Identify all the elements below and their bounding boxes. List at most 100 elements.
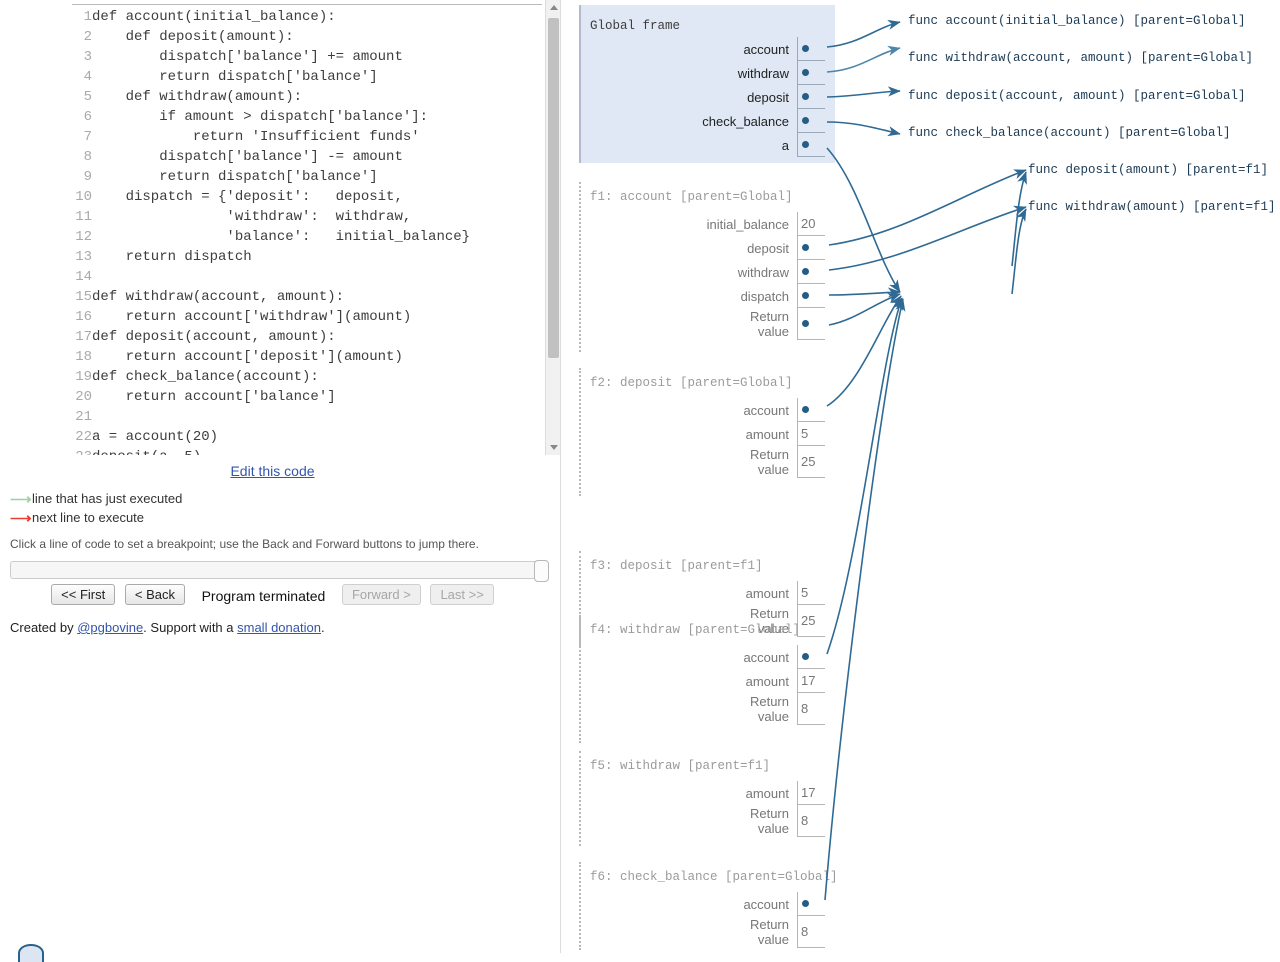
scroll-down-icon[interactable] xyxy=(546,440,561,455)
variable-row: amount 17 xyxy=(743,669,825,693)
code-line[interactable]: 14 xyxy=(0,267,470,287)
stack-frame: f6: check_balance [parent=Global] account… xyxy=(579,862,838,950)
pointer-dot-icon xyxy=(802,93,809,100)
code-line[interactable]: 19 def check_balance(account): xyxy=(0,367,470,387)
code-text[interactable]: return dispatch xyxy=(92,247,470,267)
function-object: func check_balance(account) [parent=Glob… xyxy=(908,126,1231,140)
code-text[interactable]: 'withdraw': withdraw, xyxy=(92,207,470,227)
code-line[interactable]: 1 def account(initial_balance): xyxy=(0,7,470,27)
code-line[interactable]: 5 def withdraw(amount): xyxy=(0,87,470,107)
function-object: func deposit(amount) [parent=f1] xyxy=(1028,163,1269,177)
line-number: 17 xyxy=(75,329,92,345)
code-listing[interactable]: 1 def account(initial_balance): 2 def depo… xyxy=(0,7,470,455)
variable-value xyxy=(797,398,825,422)
code-line[interactable]: 8 dispatch['balance'] -= amount xyxy=(0,147,470,167)
variable-row: a xyxy=(702,133,825,157)
code-text[interactable]: if amount > dispatch['balance']: xyxy=(92,107,470,127)
code-text[interactable]: dispatch = {'deposit': deposit, xyxy=(92,187,470,207)
variable-name: deposit xyxy=(747,240,789,256)
variable-name: Return value xyxy=(749,806,789,836)
back-button[interactable]: < Back xyxy=(124,584,185,605)
code-text[interactable]: def deposit(account, amount): xyxy=(92,327,470,347)
code-text[interactable]: return account['balance'] xyxy=(92,387,470,407)
code-line[interactable]: 6 if amount > dispatch['balance']: xyxy=(0,107,470,127)
line-number: 22 xyxy=(75,429,92,445)
code-and-controls-pane: 1 def account(initial_balance): 2 def depo… xyxy=(0,0,561,962)
code-line[interactable]: 13 return dispatch xyxy=(0,247,470,267)
code-text[interactable]: deposit(a, 5) xyxy=(92,447,470,455)
execution-slider-handle[interactable] xyxy=(534,560,549,582)
variable-value: 5 xyxy=(797,581,825,605)
variable-name: account xyxy=(743,41,789,57)
code-text[interactable]: def withdraw(account, amount): xyxy=(92,287,470,307)
variable-value: 8 xyxy=(797,916,825,948)
line-number: 12 xyxy=(75,229,92,245)
variable-row: account xyxy=(743,645,825,669)
line-number: 1 xyxy=(83,9,92,25)
variable-name: account xyxy=(743,402,789,418)
code-text[interactable]: return account['withdraw'](amount) xyxy=(92,307,470,327)
code-line[interactable]: 10 dispatch = {'deposit': deposit, xyxy=(0,187,470,207)
scroll-up-icon[interactable] xyxy=(546,0,561,15)
variable-row: Return value 25 xyxy=(743,446,825,478)
code-scrollbar[interactable] xyxy=(545,0,561,455)
code-line[interactable]: 18 return account['deposit'](amount) xyxy=(0,347,470,367)
code-text[interactable]: 'balance': initial_balance} xyxy=(92,227,470,247)
variable-name: account xyxy=(743,896,789,912)
forward-button: Forward > xyxy=(341,584,421,605)
code-line[interactable]: 12 'balance': initial_balance} xyxy=(0,227,470,247)
green-arrow-icon: ⟶ xyxy=(10,491,32,508)
line-number: 15 xyxy=(75,289,92,305)
code-line[interactable]: 2 def deposit(amount): xyxy=(0,27,470,47)
variable-row: account xyxy=(743,398,825,422)
code-line[interactable]: 17 def deposit(account, amount): xyxy=(0,327,470,347)
code-text[interactable]: return 'Insufficient funds' xyxy=(92,127,470,147)
code-line[interactable]: 9 return dispatch['balance'] xyxy=(0,167,470,187)
frame-variables: initial_balance 20 deposit withdraw dispatch… xyxy=(707,212,825,340)
code-text[interactable]: def deposit(amount): xyxy=(92,27,470,47)
variable-name: deposit xyxy=(747,89,789,105)
code-line[interactable]: 11 'withdraw': withdraw, xyxy=(0,207,470,227)
code-text[interactable]: return dispatch['balance'] xyxy=(92,167,470,187)
donation-link[interactable]: small donation xyxy=(237,620,321,635)
author-link[interactable]: @pgbovine xyxy=(77,620,143,635)
code-text[interactable]: def withdraw(amount): xyxy=(92,87,470,107)
code-text[interactable]: def check_balance(account): xyxy=(92,367,470,387)
code-line[interactable]: 3 dispatch['balance'] += amount xyxy=(0,47,470,67)
code-line[interactable]: 4 return dispatch['balance'] xyxy=(0,67,470,87)
edit-this-code-link[interactable]: Edit this code xyxy=(230,463,314,479)
variable-value xyxy=(797,236,825,260)
code-text[interactable] xyxy=(92,267,470,287)
execution-slider[interactable] xyxy=(10,560,549,582)
pointer-dot-icon xyxy=(802,69,809,76)
function-object: func withdraw(account, amount) [parent=G… xyxy=(908,51,1254,65)
code-text[interactable]: dispatch['balance'] -= amount xyxy=(92,147,470,167)
code-text[interactable]: return dispatch['balance'] xyxy=(92,67,470,87)
pointer-dot-icon xyxy=(802,45,809,52)
code-line[interactable]: 15 def withdraw(account, amount): xyxy=(0,287,470,307)
variable-row: Return value 8 xyxy=(743,693,825,725)
code-text[interactable]: def account(initial_balance): xyxy=(92,7,470,27)
code-text[interactable]: return account['deposit'](amount) xyxy=(92,347,470,367)
line-number: 7 xyxy=(83,129,92,145)
code-line[interactable]: 16 return account['withdraw'](amount) xyxy=(0,307,470,327)
code-text[interactable] xyxy=(92,407,470,427)
code-line[interactable]: 22 a = account(20) xyxy=(0,427,470,447)
first-button[interactable]: << First xyxy=(51,584,116,605)
code-viewport[interactable]: 1 def account(initial_balance): 2 def depo… xyxy=(0,0,545,455)
variable-name: amount xyxy=(745,673,789,689)
pointer-dot-icon xyxy=(802,117,809,124)
code-text[interactable]: dispatch['balance'] += amount xyxy=(92,47,470,67)
code-line[interactable]: 7 return 'Insufficient funds' xyxy=(0,127,470,147)
line-number: 21 xyxy=(75,409,92,425)
variable-value: 8 xyxy=(797,805,825,837)
code-line[interactable]: 21 xyxy=(0,407,470,427)
scrollbar-thumb[interactable] xyxy=(548,18,559,358)
variable-row: amount 17 xyxy=(746,781,825,805)
variable-row: Return value 8 xyxy=(746,805,825,837)
execution-status: Program terminated xyxy=(201,587,326,604)
code-text[interactable]: a = account(20) xyxy=(92,427,470,447)
code-line[interactable]: 20 return account['balance'] xyxy=(0,387,470,407)
pointer-dot-icon xyxy=(802,900,809,907)
code-line[interactable]: 23deposit(a, 5) xyxy=(0,447,470,455)
